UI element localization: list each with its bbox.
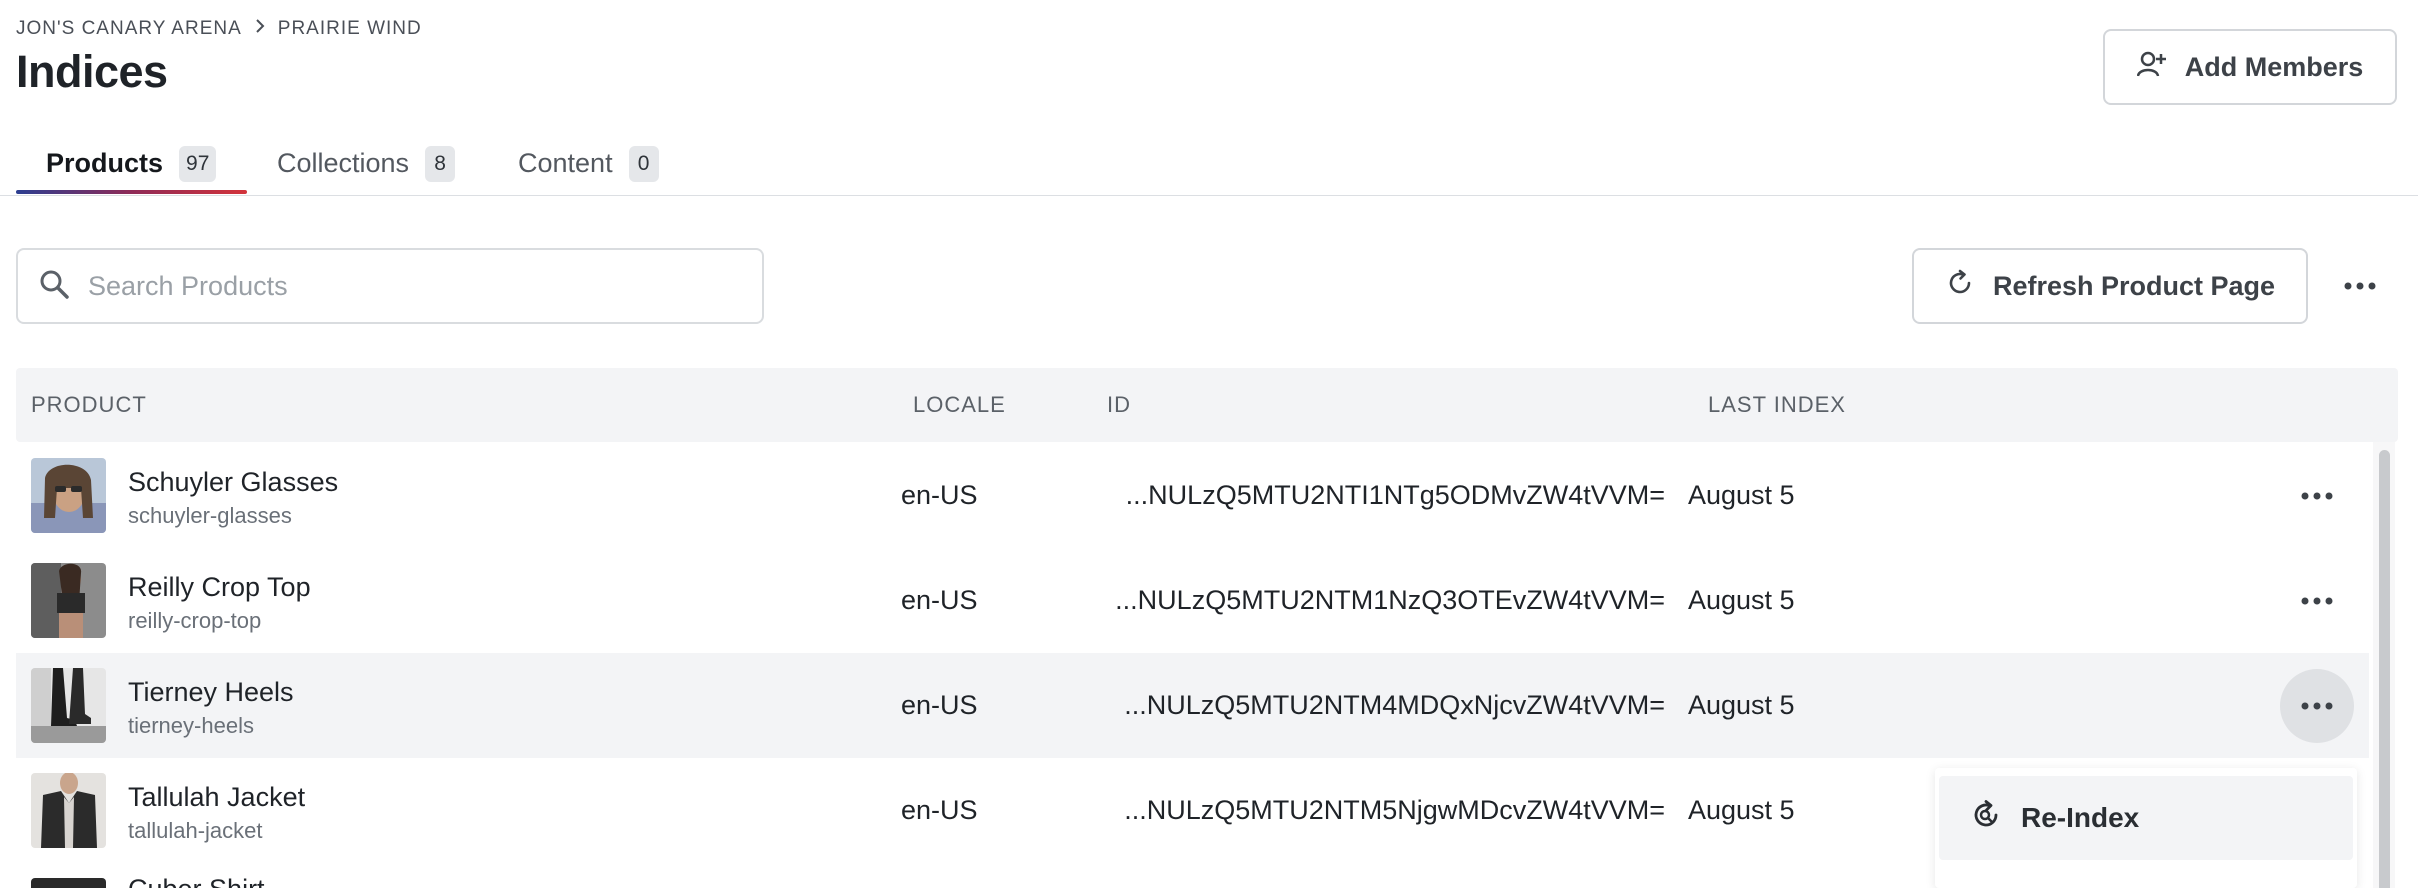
- column-header-product[interactable]: PRODUCT: [31, 368, 147, 442]
- table-row[interactable]: Cuber Shirt: [16, 876, 1916, 888]
- tab-label: Products: [46, 148, 164, 178]
- product-name[interactable]: Tallulah Jacket: [128, 782, 305, 813]
- add-members-label: Add Members: [2184, 51, 2364, 82]
- table-row[interactable]: Reilly Crop Top reilly-crop-top en-US ..…: [16, 548, 2369, 653]
- add-members-button[interactable]: Add Members: [2103, 29, 2397, 105]
- product-thumbnail: [31, 563, 106, 638]
- tab-label: Content: [518, 148, 613, 178]
- product-last-index: August 5: [1688, 795, 1795, 825]
- product-last-index: August 5: [1688, 690, 1795, 720]
- product-thumbnail: [31, 668, 106, 743]
- refresh-label: Refresh Product Page: [1992, 270, 2276, 301]
- tab-count-badge: 8: [425, 145, 456, 182]
- refresh-icon: [1945, 268, 1975, 305]
- row-actions-menu: Re-Index: [1935, 768, 2357, 888]
- row-actions-button[interactable]: [2280, 669, 2354, 743]
- product-name[interactable]: Tierney Heels: [128, 677, 294, 708]
- reindex-menu-item[interactable]: Re-Index: [1939, 776, 2353, 860]
- row-actions-button[interactable]: [2280, 459, 2354, 533]
- search-icon: [38, 268, 70, 305]
- tab-collections[interactable]: Collections 8: [277, 132, 456, 195]
- product-id: ...NULzQ5MTU2NTM5NjgwMDcvZW4tVVM=: [1124, 795, 1665, 825]
- product-locale: en-US: [901, 480, 978, 510]
- product-id: ...NULzQ5MTU2NTM4MDQxNjcvZW4tVVM=: [1124, 690, 1665, 720]
- refresh-product-page-button[interactable]: Refresh Product Page: [1912, 248, 2308, 324]
- column-header-id[interactable]: ID: [1107, 368, 1131, 442]
- table-row[interactable]: Schuyler Glasses schuyler-glasses en-US …: [16, 443, 2369, 548]
- tab-bar: Products 97 Collections 8 Content 0: [0, 132, 2418, 196]
- product-locale: en-US: [901, 690, 978, 720]
- tab-products[interactable]: Products 97: [46, 132, 217, 195]
- tab-count-badge: 97: [179, 145, 217, 182]
- product-thumbnail: [31, 773, 106, 848]
- breadcrumb: JON'S CANARY ARENA PRAIRIE WIND: [16, 18, 422, 40]
- row-actions-button[interactable]: [2280, 564, 2354, 638]
- product-id: ...NULzQ5MTU2NTM1NzQ3OTEvZW4tVVM=: [1115, 585, 1665, 615]
- tab-label: Collections: [277, 148, 410, 178]
- product-locale: en-US: [901, 795, 978, 825]
- breadcrumb-current: PRAIRIE WIND: [277, 18, 422, 39]
- chevron-right-icon: [254, 18, 266, 40]
- column-header-last-index[interactable]: LAST INDEX: [1708, 368, 1846, 442]
- table-scrollbar[interactable]: [2373, 442, 2395, 888]
- product-slug: tierney-heels: [128, 713, 254, 738]
- more-horizontal-icon: [2301, 597, 2333, 605]
- reindex-icon: [1969, 798, 2003, 839]
- product-id: ...NULzQ5MTU2NTI1NTg5ODMvZW4tVVM=: [1125, 480, 1665, 510]
- active-tab-indicator: [16, 190, 247, 194]
- search-box[interactable]: [16, 248, 764, 324]
- product-slug: reilly-crop-top: [128, 608, 262, 633]
- product-last-index: August 5: [1688, 585, 1795, 615]
- tab-content[interactable]: Content 0: [518, 132, 659, 195]
- table-header: PRODUCT LOCALE ID LAST INDEX: [16, 368, 2398, 442]
- product-name[interactable]: Schuyler Glasses: [128, 467, 338, 498]
- product-slug: tallulah-jacket: [128, 818, 263, 843]
- product-locale: en-US: [901, 585, 978, 615]
- more-horizontal-icon: [2301, 492, 2333, 500]
- scrollbar-thumb[interactable]: [2379, 450, 2390, 888]
- reindex-label: Re-Index: [2021, 802, 2140, 833]
- product-slug: schuyler-glasses: [128, 503, 292, 528]
- product-thumbnail: [31, 878, 106, 888]
- column-header-locale[interactable]: LOCALE: [913, 368, 1006, 442]
- more-horizontal-icon: [2301, 702, 2333, 710]
- more-options-button[interactable]: [2336, 268, 2384, 304]
- search-input[interactable]: [88, 270, 738, 302]
- product-name[interactable]: Reilly Crop Top: [128, 572, 311, 603]
- product-name[interactable]: Cuber Shirt: [128, 876, 265, 888]
- page-title: Indices: [16, 46, 168, 97]
- add-user-icon: [2136, 50, 2167, 85]
- table-row[interactable]: Tierney Heels tierney-heels en-US ...NUL…: [16, 653, 2369, 758]
- breadcrumb-parent[interactable]: JON'S CANARY ARENA: [16, 18, 242, 40]
- product-thumbnail: [31, 458, 106, 533]
- tab-count-badge: 0: [628, 145, 659, 182]
- more-horizontal-icon: [2344, 277, 2376, 295]
- product-last-index: August 5: [1688, 480, 1795, 510]
